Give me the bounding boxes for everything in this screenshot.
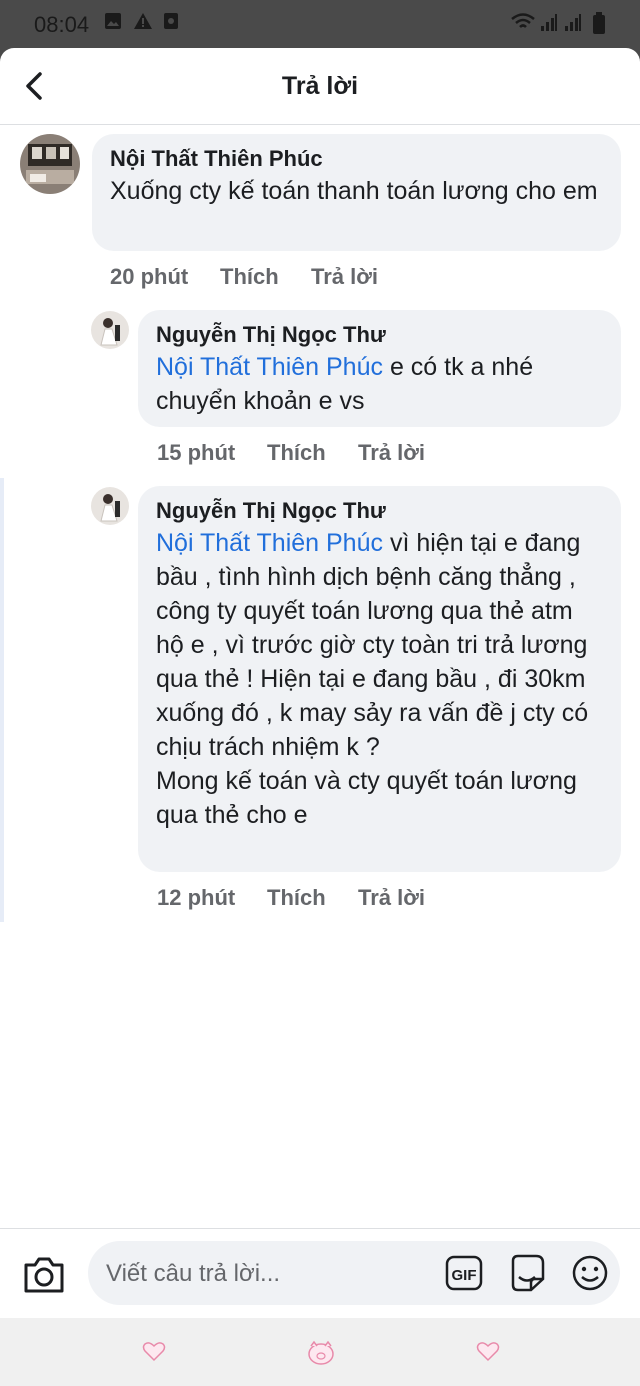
status-bar: 08:04 <box>0 0 640 48</box>
sticker-icon[interactable] <box>507 1253 547 1293</box>
comment-author-1[interactable]: Nội Thất Thiên Phúc <box>110 146 603 172</box>
comment-meta-2: 15 phút Thích Trả lời <box>157 440 557 470</box>
gif-icon[interactable]: GIF <box>445 1255 483 1291</box>
reply-button-1[interactable]: Trả lời <box>311 264 378 290</box>
reply-button-2[interactable]: Trả lời <box>358 440 425 466</box>
avatar-noi-that[interactable] <box>20 134 80 194</box>
comment-author-3[interactable]: Nguyễn Thị Ngọc Thư <box>156 498 603 524</box>
pig-sticker-icon[interactable] <box>306 1340 336 1366</box>
comment-bubble-1: Nội Thất Thiên Phúc Xuống cty kế toán th… <box>92 134 621 251</box>
comment-meta-3: 12 phút Thích Trả lời <box>157 885 557 915</box>
reply-button-3[interactable]: Trả lời <box>358 885 425 911</box>
keyboard-toolbar <box>0 1318 640 1386</box>
reply-composer: Viết câu trả lời... GIF <box>0 1228 640 1319</box>
comment-bubble-2: Nguyễn Thị Ngọc Thư Nội Thất Thiên Phúc … <box>138 310 621 427</box>
reply-input[interactable]: Viết câu trả lời... GIF <box>88 1241 620 1305</box>
comment-text-3b: Mong kế toán và cty quyết toán lương qua… <box>156 767 577 829</box>
wifi-icon <box>511 13 535 28</box>
heart-icon[interactable] <box>142 1340 166 1362</box>
like-button-1[interactable]: Thích <box>220 264 279 290</box>
comment-text-2: Nội Thất Thiên Phúc e có tk a nhé chuyển… <box>156 353 534 415</box>
heart-icon-2[interactable] <box>476 1340 500 1362</box>
header: Trả lời <box>0 48 640 125</box>
like-button-3[interactable]: Thích <box>267 885 326 911</box>
notification-icon <box>164 13 178 29</box>
signal-icon <box>541 14 557 31</box>
thread-line <box>0 478 4 922</box>
mention-link[interactable]: Nội Thất Thiên Phúc <box>156 529 383 557</box>
comment-time-2: 15 phút <box>157 440 236 465</box>
comment-time-1: 20 phút <box>110 264 189 289</box>
comment-time-3: 12 phút <box>157 885 236 910</box>
comment-text-1: Xuống cty kế toán thanh toán lương cho e… <box>110 177 598 205</box>
svg-text:GIF: GIF <box>452 1267 477 1284</box>
battery-icon <box>593 12 605 34</box>
status-time: 08:04 <box>34 12 90 37</box>
emoji-icon[interactable] <box>570 1253 610 1293</box>
comment-meta-1: 20 phút Thích Trả lời <box>110 264 510 294</box>
avatar-ngoc-thu-1[interactable] <box>91 311 129 349</box>
reply-input-placeholder: Viết câu trả lời... <box>106 1260 281 1287</box>
page-title: Trả lời <box>281 72 359 100</box>
mention-link[interactable]: Nội Thất Thiên Phúc <box>156 353 383 381</box>
comment-text-3: Nội Thất Thiên Phúc vì hiện tại e đang b… <box>156 529 589 761</box>
camera-icon[interactable] <box>22 1255 66 1295</box>
like-button-2[interactable]: Thích <box>267 440 326 466</box>
warning-icon <box>134 13 152 29</box>
reply-sheet: Trả lời Nội Thất Thiên Phúc Xuống cty kế… <box>0 48 640 1386</box>
comment-author-2[interactable]: Nguyễn Thị Ngọc Thư <box>156 322 603 348</box>
image-icon <box>105 13 121 29</box>
avatar-ngoc-thu-2[interactable] <box>91 487 129 525</box>
signal-icon-2 <box>565 14 581 31</box>
comment-bubble-3: Nguyễn Thị Ngọc Thư Nội Thất Thiên Phúc … <box>138 486 621 872</box>
